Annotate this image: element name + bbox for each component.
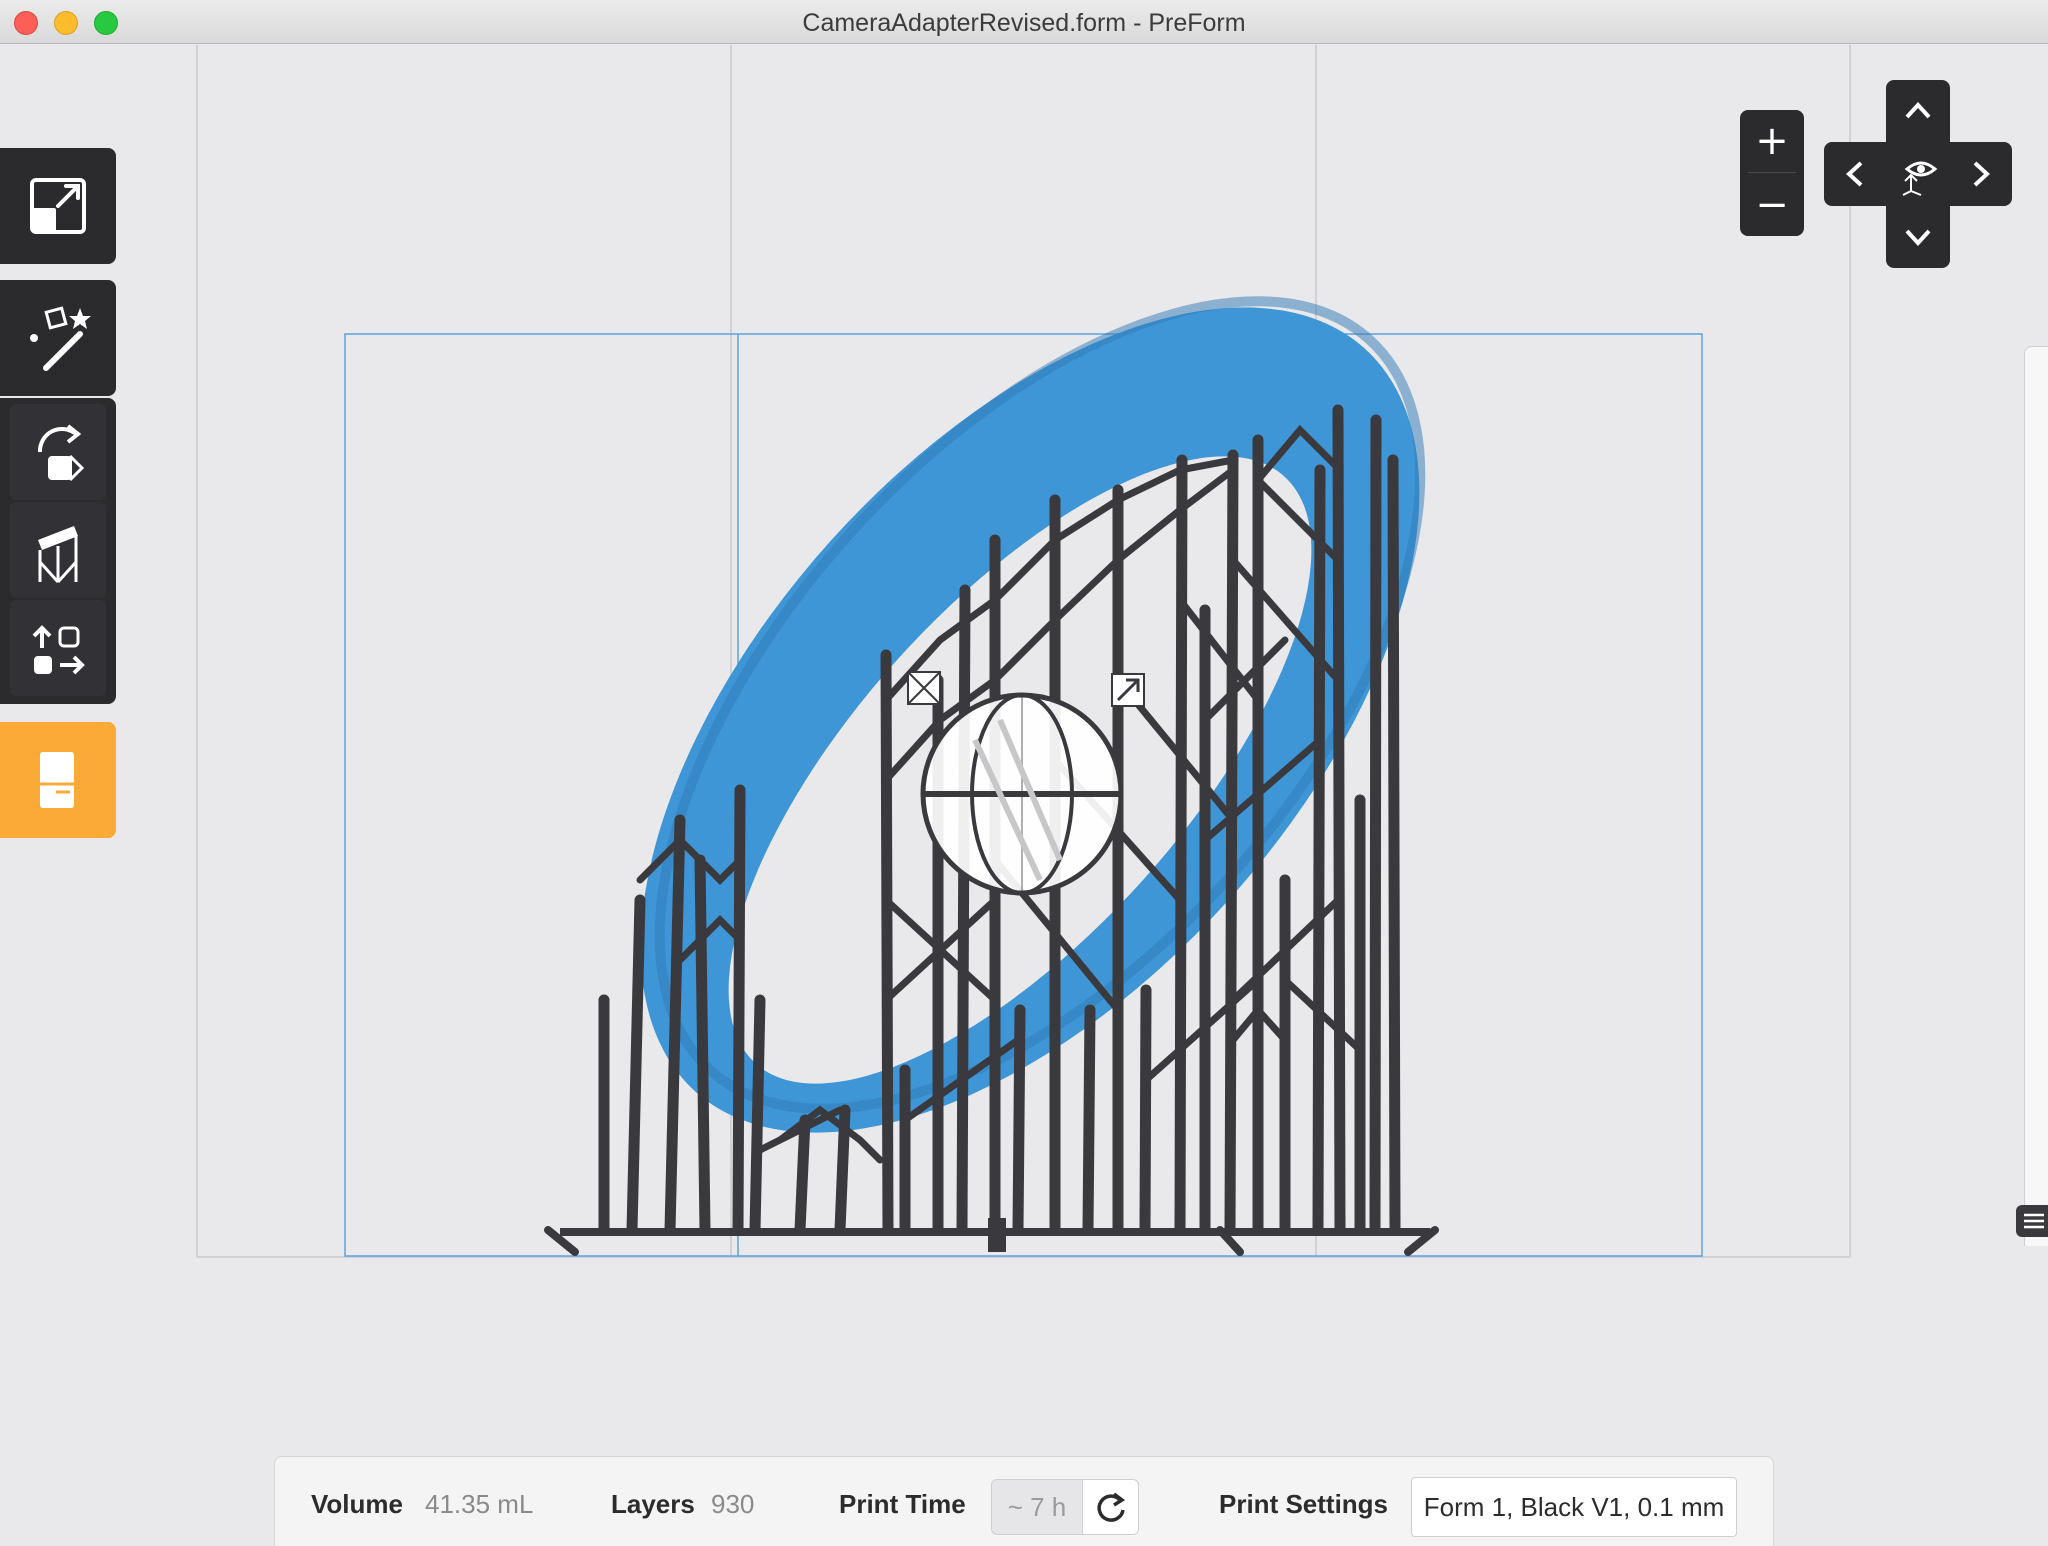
one-click-print-button[interactable]: [0, 280, 116, 396]
print-tool-button[interactable]: [0, 722, 116, 838]
print-time-label: Print Time: [839, 1489, 966, 1519]
rotate-down-button[interactable]: [1893, 212, 1943, 262]
scale-icon: [30, 178, 86, 234]
scene-render[interactable]: [0, 45, 2048, 1546]
orient-icon: [37, 424, 85, 482]
rotate-up-button[interactable]: [1893, 86, 1943, 136]
print-icon: [40, 752, 74, 808]
side-panel-edge[interactable]: [2024, 346, 2048, 1246]
rotate-right-button[interactable]: [1956, 149, 2006, 199]
move-handle-icon[interactable]: [907, 671, 941, 705]
menu-icon: [2024, 1213, 2044, 1229]
chevron-down-icon: [1905, 229, 1931, 246]
print-time-value: ~ 7 h: [991, 1479, 1083, 1535]
layout-tool-button[interactable]: [10, 600, 106, 696]
window-title: CameraAdapterRevised.form - PreForm: [802, 9, 1246, 37]
print-settings-value[interactable]: Form 1, Black V1, 0.1 mm: [1411, 1477, 1737, 1537]
3d-viewport[interactable]: [0, 45, 2048, 1546]
layers-value: 930: [711, 1489, 755, 1519]
scale-tool-button[interactable]: [0, 148, 116, 264]
chevron-up-icon: [1905, 102, 1931, 119]
layers-label: Layers: [611, 1489, 695, 1519]
rotation-gizmo[interactable]: [920, 692, 1124, 896]
scale-handle-icon[interactable]: [1111, 673, 1145, 707]
refresh-icon: [1096, 1492, 1125, 1522]
title-bar: CameraAdapterRevised.form - PreForm: [0, 0, 2048, 44]
zoom-out-button[interactable]: −: [1740, 174, 1804, 236]
layout-icon: [32, 625, 85, 675]
rotate-left-button[interactable]: [1830, 149, 1880, 199]
reset-view-button[interactable]: [1893, 149, 1943, 199]
supports-tool-button[interactable]: [10, 502, 106, 598]
refresh-print-time-button[interactable]: [1083, 1479, 1139, 1535]
eye-axes-icon: [1902, 161, 1938, 196]
supports-icon: [38, 526, 78, 584]
print-settings-label: Print Settings: [1219, 1489, 1389, 1519]
print-info-bar: Volume 41.35 mL Layers 930 Print Time ~ …: [274, 1456, 1774, 1546]
magic-wand-icon: [30, 306, 91, 371]
zoom-in-button[interactable]: +: [1740, 110, 1804, 172]
volume-label: Volume: [311, 1489, 403, 1519]
zoom-divider: [1748, 172, 1796, 173]
orientation-tool-button[interactable]: [10, 404, 106, 500]
panel-toggle-button[interactable]: [2016, 1205, 2048, 1237]
tool-group: [0, 398, 116, 704]
zoom-controls: + −: [1740, 110, 1804, 236]
chevron-left-icon: [1846, 161, 1863, 187]
chevron-right-icon: [1973, 161, 1990, 187]
volume-value: 41.35 mL: [425, 1489, 534, 1519]
